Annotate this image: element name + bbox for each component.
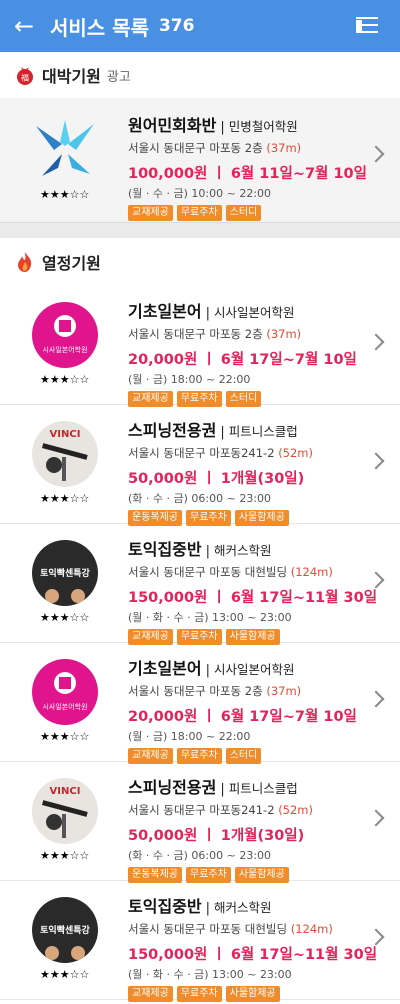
service-name: 토익집중반 [128,897,202,916]
svg-text:VINCI: VINCI [50,429,81,440]
svg-text:VINCI: VINCI [50,786,81,797]
price-period: 20,000원 ㅣ 6월 17일~7월 10일 [128,352,357,368]
app-header: ← 서비스 목록 376 [0,0,400,52]
lucky-bag-icon: 福 [17,67,33,85]
rating-stars: ★★★☆☆ [40,730,90,743]
ad-label: 광고 [106,69,131,85]
address: 서울시 동대문구 마포동 2층 (37m) [128,327,302,341]
tag: 교재제공 [128,205,173,221]
ad-section-title: 대박기원 [42,67,101,86]
service-count: 376 [158,16,195,36]
schedule: (화 · 수 · 금) 06:00 ~ 23:00 [128,849,272,862]
schedule: (화 · 수 · 금) 06:00 ~ 23:00 [128,492,272,505]
address: 서울시 동대문구 마포동 2층 (37m) [128,684,302,698]
svg-text:시사일본어학원: 시사일본어학원 [42,702,87,711]
service-thumbnail: 시사일본어학원 [32,302,98,368]
tag-list: 교재제공 무료주차 사물함제공 [128,986,370,1002]
list-item[interactable]: 토익빡센특강 ★★★☆☆ 토익집중반 | 해커스학원 서울시 동대문구 마포동 … [0,881,400,1002]
address: 서울시 동대문구 마포동241-2 (52m) [128,803,313,817]
chevron-right-icon[interactable] [367,452,385,470]
list-item[interactable]: 시사일본어학원 ★★★☆☆ 기초일본어 | 시사일본어학원 서울시 동대문구 마… [0,286,400,407]
tag: 무료주차 [176,986,222,1002]
price-period: 50,000원 ㅣ 1개월(30일) [128,471,305,487]
list-item[interactable]: VINCI ★★★☆☆ 스피닝전용권 | 피트니스클럽 서울시 동대문구 마포동… [0,762,400,883]
chevron-right-icon[interactable] [367,571,385,589]
tag: 사물함제공 [225,986,280,1002]
address: 서울시 동대문구 마포동 2층 (37m) [128,141,302,155]
service-name: 스피닝전용권 [128,421,217,440]
service-thumbnail: VINCI [32,421,98,487]
organization-name: 피트니스클럽 [228,424,298,439]
ad-list-item[interactable]: ★★★☆☆ 원어민회화반 | 민병철어학원 서울시 동대문구 마포동 2층 (3… [0,98,400,222]
list-item[interactable]: 토익빡센특강 ★★★☆☆ 토익집중반 | 해커스학원 서울시 동대문구 마포동 … [0,524,400,645]
address: 서울시 동대문구 마포동241-2 (52m) [128,446,313,460]
tag: 교재제공 [128,986,173,1002]
svg-text:福: 福 [21,74,29,83]
service-name: 원어민회화반 [128,116,217,135]
svg-text:토익빡센특강: 토익빡센특강 [40,567,90,579]
organization-name: 민병철어학원 [228,119,298,134]
list-menu-icon[interactable] [356,17,384,35]
fire-icon [18,252,32,272]
rating-stars: ★★★☆☆ [40,968,90,981]
svg-text:토익빡센특강: 토익빡센특강 [40,924,90,936]
section-divider [0,222,400,238]
hot-section-title: 열정기원 [42,254,101,273]
service-thumbnail: VINCI [32,778,98,844]
service-thumbnail: 시사일본어학원 [32,659,98,725]
schedule: (월 · 금) 18:00 ~ 22:00 [128,373,251,386]
address: 서울시 동대문구 마포동 대현빌딩 (124m) [128,565,333,579]
price-period: 150,000원 ㅣ 6월 17일~11월 30일 [128,947,378,963]
tag: 무료주차 [176,205,222,221]
ad-section-header: 福 대박기원 광고 [0,52,400,98]
organization-name: 시사일본어학원 [214,305,295,320]
chevron-right-icon[interactable] [367,145,385,163]
rating-stars: ★★★☆☆ [40,849,90,862]
schedule: (월 · 화 · 수 · 금) 13:00 ~ 23:00 [128,968,292,981]
chevron-right-icon[interactable] [367,809,385,827]
list-item[interactable]: VINCI ★★★☆☆ 스피닝전용권 | 피트니스클럽 서울시 동대문구 마포동… [0,405,400,526]
list-item[interactable]: 시사일본어학원 ★★★☆☆ 기초일본어 | 시사일본어학원 서울시 동대문구 마… [0,643,400,764]
rating-stars: ★★★☆☆ [40,373,90,386]
address: 서울시 동대문구 마포동 대현빌딩 (124m) [128,922,333,936]
svg-text:시사일본어학원: 시사일본어학원 [42,345,87,354]
chevron-right-icon[interactable] [367,928,385,946]
service-name: 스피닝전용권 [128,778,217,797]
organization-name: 피트니스클럽 [228,781,298,796]
service-thumbnail: 토익빡센특강 [32,540,98,606]
schedule: (월 · 금) 18:00 ~ 22:00 [128,730,251,743]
organization-name: 해커스학원 [214,900,272,915]
rating-stars: ★★★☆☆ [40,492,90,505]
service-thumbnail: 토익빡센특강 [32,897,98,963]
schedule: (월 · 수 · 금) 10:00 ~ 22:00 [128,187,272,200]
chevron-right-icon[interactable] [367,333,385,351]
tag: 스터디 [225,205,262,221]
rating-stars: ★★★☆☆ [40,611,90,624]
organization-name: 시사일본어학원 [214,662,295,677]
price-period: 100,000원 ㅣ 6월 11일~7월 10일 [128,166,367,182]
schedule: (월 · 화 · 수 · 금) 13:00 ~ 23:00 [128,611,292,624]
service-name: 기초일본어 [128,659,202,678]
chevron-right-icon[interactable] [367,690,385,708]
arrow-left-icon[interactable]: ← [14,14,40,38]
price-period: 20,000원 ㅣ 6월 17일~7월 10일 [128,709,357,725]
price-period: 50,000원 ㅣ 1개월(30일) [128,828,305,844]
organization-name: 해커스학원 [214,543,272,558]
rating-stars: ★★★☆☆ [40,188,90,201]
service-name: 토익집중반 [128,540,202,559]
hot-section-header: 열정기원 [0,238,400,286]
academy-logo [32,116,98,182]
tag-list: 교재제공 무료주차 스터디 [128,205,370,221]
service-name: 기초일본어 [128,302,202,321]
price-period: 150,000원 ㅣ 6월 17일~11월 30일 [128,590,378,606]
page-title: 서비스 목록 [50,15,149,40]
